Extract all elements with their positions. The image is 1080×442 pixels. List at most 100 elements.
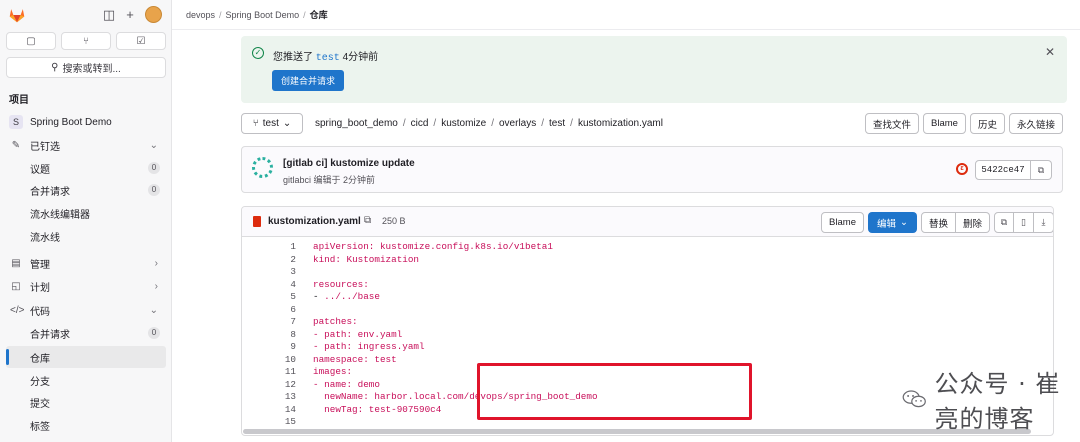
copy-contents-icon[interactable]: ⧉	[994, 212, 1014, 233]
breadcrumb-item[interactable]: Spring Boot Demo	[226, 10, 300, 20]
repo-actions: 查找文件 Blame 历史 永久链接	[865, 113, 1063, 134]
sidebar-item-plan[interactable]: ◱ 计划 ›	[0, 275, 172, 297]
line-number[interactable]: 6	[242, 304, 300, 315]
find-file-button[interactable]: 查找文件	[865, 113, 920, 134]
yaml-key: newName:	[313, 391, 369, 402]
sidebar-item-tags[interactable]: 标签	[0, 414, 172, 436]
edit-dropdown-button[interactable]: 编辑 ⌄	[867, 212, 917, 233]
path-segment[interactable]: cicd	[411, 118, 429, 129]
sidebar-toggle-icon[interactable]: ◫	[102, 8, 116, 22]
path-separator: /	[491, 118, 494, 129]
merge-requests-quick-button[interactable]: ⑂	[61, 32, 111, 50]
sidebar-item-issues[interactable]: 议题 0	[0, 157, 172, 179]
line-number[interactable]: 7	[242, 316, 300, 327]
breadcrumb-item[interactable]: devops	[186, 10, 215, 20]
sidebar-item-code[interactable]: </> 代码 ⌄	[0, 299, 172, 321]
sidebar-item-merge-requests[interactable]: 合并请求 0	[0, 179, 172, 201]
main-content: devops / Spring Boot Demo / 仓库 ✓ 您推送了 te…	[172, 0, 1080, 442]
sidebar-item-label: 已钉选	[30, 141, 60, 153]
line-number[interactable]: 13	[242, 391, 300, 402]
todos-quick-button[interactable]: ☑	[116, 32, 166, 50]
line-number[interactable]: 12	[242, 379, 300, 390]
sidebar-item-pinned[interactable]: ✎ 已钉选 ⌄	[0, 134, 172, 156]
create-merge-request-button[interactable]: 创建合并请求	[272, 70, 344, 91]
line-number[interactable]: 4	[242, 279, 300, 290]
commit-meta: gitlabci 编辑于 2分钟前	[283, 173, 375, 186]
file-actions: Blame 编辑 ⌄ 替换 删除 ⧉ ▯ ⤓	[821, 212, 1053, 233]
delete-button[interactable]: 删除	[955, 212, 990, 233]
copy-path-icon[interactable]: ⧉	[364, 215, 371, 226]
sidebar-item-label: 议题	[30, 164, 50, 176]
sidebar-item-manage[interactable]: ▤ 管理 ›	[0, 252, 172, 274]
history-button[interactable]: 历史	[969, 113, 1005, 134]
yaml-key: apiVersion:	[313, 241, 375, 252]
plan-icon: ◱	[11, 280, 21, 292]
commit-sha[interactable]: 5422ce47	[975, 160, 1031, 180]
plus-icon[interactable]: +	[123, 8, 137, 22]
yaml-value: env.yaml	[352, 328, 403, 340]
sidebar-item-code-merge-requests[interactable]: 合并请求 0	[0, 322, 172, 344]
horizontal-scrollbar[interactable]	[243, 429, 1031, 434]
path-separator: /	[402, 118, 406, 129]
avatar[interactable]	[145, 6, 162, 23]
copy-sha-icon[interactable]: ⧉	[1031, 160, 1052, 180]
line-number[interactable]: 14	[242, 404, 300, 415]
commit-title[interactable]: [gitlab ci] kustomize update	[283, 158, 415, 169]
yaml-value: kustomize.config.k8s.io/v1beta1	[374, 241, 553, 252]
line-number[interactable]: 5	[242, 291, 300, 302]
download-icon[interactable]: ⤓	[1034, 212, 1053, 233]
path-segment[interactable]: test	[549, 118, 565, 129]
gitlab-logo-icon[interactable]	[8, 7, 26, 23]
blame-button[interactable]: Blame	[923, 113, 966, 134]
sidebar-item-pipeline-editor[interactable]: 流水线编辑器	[0, 202, 172, 224]
sidebar-item-label: 流水线	[30, 232, 60, 244]
line-number[interactable]: 11	[242, 366, 300, 377]
permalink-button[interactable]: 永久链接	[1008, 113, 1063, 134]
yaml-value: ingress.yaml	[352, 341, 425, 352]
yaml-file-icon	[253, 216, 261, 227]
search-button[interactable]: ⚲ 搜索或转到...	[6, 57, 166, 78]
line-number[interactable]: 3	[242, 266, 300, 277]
branch-selector[interactable]: ⑂ test ⌄	[241, 113, 303, 134]
close-icon[interactable]: ✕	[1045, 45, 1055, 59]
code-line: - ../../base	[313, 291, 380, 302]
breadcrumb-separator: /	[303, 9, 306, 20]
issues-quick-button[interactable]: ▢	[6, 32, 56, 50]
file-icon-actions: ⧉ ▯ ⤓	[994, 212, 1053, 233]
section-title: 项目	[9, 95, 29, 106]
last-commit-box: [gitlab ci] kustomize update gitlabci 编辑…	[241, 146, 1063, 193]
path-segment[interactable]: kustomize	[441, 118, 486, 129]
commit-author[interactable]: gitlabci	[283, 175, 311, 185]
raw-file-icon[interactable]: ▯	[1014, 212, 1034, 233]
breadcrumb: devops / Spring Boot Demo / 仓库	[172, 0, 1080, 30]
line-number[interactable]: 15	[242, 416, 300, 427]
code-line: resources:	[313, 279, 369, 290]
line-number[interactable]: 2	[242, 254, 300, 265]
todo-icon: ☑	[136, 35, 146, 47]
chevron-right-icon: ›	[154, 280, 158, 292]
sidebar-item-commits[interactable]: 提交	[0, 391, 172, 413]
sidebar-item-pipelines[interactable]: 流水线	[0, 225, 172, 247]
watermark: 公众号 · 崔亮的博客	[902, 370, 1080, 433]
file-name: kustomization.yaml	[268, 216, 361, 227]
line-number[interactable]: 8	[242, 329, 300, 340]
line-number[interactable]: 1	[242, 241, 300, 252]
alert-branch[interactable]: test	[316, 53, 340, 64]
replace-button[interactable]: 替换	[920, 212, 956, 233]
pipeline-status-icon[interactable]: ε	[956, 163, 968, 175]
file-blame-button[interactable]: Blame	[821, 212, 864, 233]
code-line: apiVersion: kustomize.config.k8s.io/v1be…	[313, 241, 553, 252]
path-segment[interactable]: spring_boot_demo	[315, 118, 398, 129]
path-segment[interactable]: overlays	[499, 118, 536, 129]
sidebar-item-project[interactable]: S Spring Boot Demo	[0, 111, 172, 133]
line-number[interactable]: 9	[242, 341, 300, 352]
yaml-key: namespace:	[313, 353, 369, 365]
yaml-key: kind:	[313, 253, 341, 265]
sidebar-item-branches[interactable]: 分支	[0, 369, 172, 391]
path-separator: /	[541, 118, 545, 129]
sidebar-item-label: 计划	[30, 282, 50, 294]
sidebar-item-label: 仓库	[30, 353, 50, 365]
sidebar-item-repository[interactable]: 仓库	[6, 346, 166, 368]
commit-author-avatar[interactable]	[252, 157, 273, 178]
line-number[interactable]: 10	[242, 354, 300, 365]
